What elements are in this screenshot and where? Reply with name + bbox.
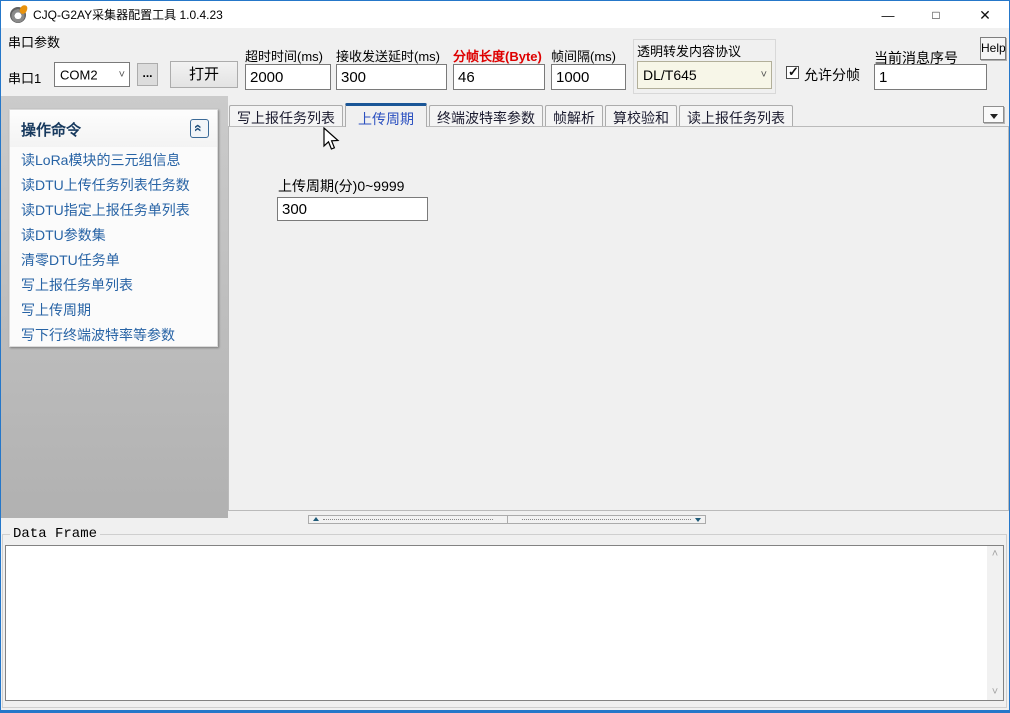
com-port-value: COM2 bbox=[60, 67, 98, 82]
tab-overflow-dropdown-icon[interactable] bbox=[983, 106, 1004, 123]
sidebar-item-write-baudrate-params[interactable]: 写下行终端波特率等参数 bbox=[10, 323, 217, 348]
tab-upload-period[interactable]: 上传周期 bbox=[345, 103, 427, 127]
title-bar: CJQ-G2AY采集器配置工具 1.0.4.23 — □ ✕ bbox=[1, 1, 1009, 28]
help-button[interactable]: Help bbox=[980, 37, 1006, 60]
upload-period-label: 上传周期(分)0~9999 bbox=[278, 176, 404, 199]
sidebar-item-read-dtu-task-list[interactable]: 读DTU指定上报任务单列表 bbox=[10, 198, 217, 223]
window-title: CJQ-G2AY采集器配置工具 1.0.4.23 bbox=[33, 2, 223, 28]
sidebar-item-write-upload-period[interactable]: 写上传周期 bbox=[10, 298, 217, 323]
frame-length-label: 分帧长度(Byte) bbox=[453, 46, 542, 65]
msg-seq-input[interactable] bbox=[874, 64, 987, 90]
minimize-button[interactable]: — bbox=[865, 2, 911, 29]
triangle-down-icon bbox=[695, 518, 701, 522]
protocol-group-label: 透明转发内容协议 bbox=[637, 41, 741, 60]
splitter-collapse-up[interactable] bbox=[309, 516, 508, 523]
com-port-select[interactable]: COM2 bbox=[54, 62, 130, 87]
sidebar-item-clear-dtu-tasks[interactable]: 清零DTU任务单 bbox=[10, 248, 217, 273]
rx-tx-delay-label: 接收发送延时(ms) bbox=[336, 46, 440, 65]
collapse-panel-icon[interactable] bbox=[190, 119, 209, 138]
command-panel-header: 操作命令 bbox=[10, 110, 217, 147]
tab-strip: 写上报任务列表 上传周期 终端波特率参数 帧解析 算校验和 读上报任务列表 bbox=[229, 103, 795, 126]
tab-read-report-task-list[interactable]: 读上报任务列表 bbox=[679, 105, 793, 126]
timeout-label: 超时时间(ms) bbox=[245, 46, 323, 65]
allow-split-label: 允许分帧 bbox=[804, 65, 860, 85]
frame-length-input[interactable] bbox=[453, 64, 545, 90]
serial-params-label: 串口参数 bbox=[8, 32, 60, 51]
frame-interval-label: 帧间隔(ms) bbox=[551, 46, 616, 65]
sidebar-item-read-lora-triplet[interactable]: 读LoRa模块的三元组信息 bbox=[10, 148, 217, 173]
tab-checksum[interactable]: 算校验和 bbox=[605, 105, 677, 126]
horizontal-splitter[interactable] bbox=[308, 515, 706, 524]
tab-frame-parse[interactable]: 帧解析 bbox=[545, 105, 603, 126]
data-frame-textarea[interactable] bbox=[5, 545, 1004, 701]
chevron-down-icon bbox=[761, 69, 767, 81]
scroll-up-icon[interactable]: ˄ bbox=[987, 546, 1003, 562]
chevron-down-icon bbox=[119, 69, 125, 81]
timeout-input[interactable] bbox=[245, 64, 331, 90]
app-icon bbox=[10, 7, 26, 23]
data-frame-scrollbar[interactable]: ˄ ˅ bbox=[987, 546, 1003, 700]
tab-write-report-task-list[interactable]: 写上报任务列表 bbox=[229, 105, 343, 126]
tab-terminal-baudrate[interactable]: 终端波特率参数 bbox=[429, 105, 543, 126]
command-panel-title: 操作命令 bbox=[21, 119, 81, 140]
close-button[interactable]: ✕ bbox=[960, 2, 1010, 29]
upload-period-input[interactable] bbox=[277, 197, 428, 221]
sidebar-item-read-dtu-params[interactable]: 读DTU参数集 bbox=[10, 223, 217, 248]
frame-interval-input[interactable] bbox=[551, 64, 626, 90]
rx-tx-delay-input[interactable] bbox=[336, 64, 447, 90]
protocol-select[interactable]: DL/T645 bbox=[637, 61, 772, 89]
sidebar-item-write-task-list[interactable]: 写上报任务单列表 bbox=[10, 273, 217, 298]
allow-split-checkbox[interactable] bbox=[786, 66, 799, 79]
splitter-collapse-down[interactable] bbox=[508, 516, 706, 523]
command-panel: 操作命令 读LoRa模块的三元组信息 读DTU上传任务列表任务数 读DTU指定上… bbox=[9, 109, 218, 347]
browse-ports-button[interactable]: ... bbox=[137, 63, 158, 86]
command-list: 读LoRa模块的三元组信息 读DTU上传任务列表任务数 读DTU指定上报任务单列… bbox=[10, 148, 217, 348]
sidebar-item-read-dtu-task-count[interactable]: 读DTU上传任务列表任务数 bbox=[10, 173, 217, 198]
protocol-value: DL/T645 bbox=[643, 67, 697, 83]
scroll-down-icon[interactable]: ˅ bbox=[987, 684, 1003, 700]
port1-label: 串口1 bbox=[8, 68, 41, 87]
data-frame-label: Data Frame bbox=[10, 526, 100, 542]
triangle-up-icon bbox=[313, 517, 319, 521]
open-port-button[interactable]: 打开 bbox=[170, 61, 238, 88]
maximize-button[interactable]: □ bbox=[913, 2, 959, 29]
